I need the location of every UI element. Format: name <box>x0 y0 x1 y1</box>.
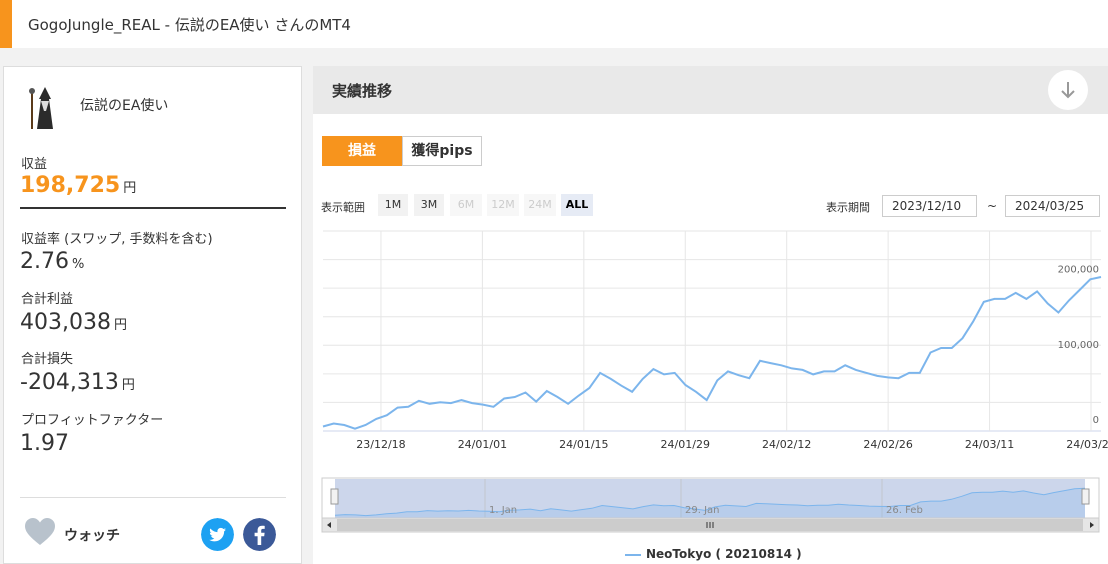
period-from-input[interactable]: 2023/12/10 <box>882 195 977 217</box>
x-tick-label: 24/02/26 <box>863 438 912 451</box>
profile-panel: 伝説のEA使い 収益 198,725 円 収益率 (スワップ, 手数料を含む) 2… <box>3 66 302 564</box>
rate-value: 2.76% <box>20 249 84 274</box>
gross-loss-unit: 円 <box>121 378 135 393</box>
legend-swatch <box>625 553 641 556</box>
profit-label: 収益 <box>21 157 48 172</box>
heart-icon <box>25 518 55 545</box>
twitter-icon[interactable] <box>201 518 234 551</box>
rate-amount: 2.76 <box>20 249 69 274</box>
navigator-right-handle[interactable] <box>1081 488 1090 505</box>
x-tick-label: 23/12/18 <box>356 438 405 451</box>
avatar <box>29 87 53 129</box>
series-line <box>322 276 1102 430</box>
facebook-icon[interactable] <box>243 518 276 551</box>
x-tick-label: 24/03/25 <box>1066 438 1108 451</box>
gross-loss-label: 合計損失 <box>21 352 74 367</box>
navigator-label-jan1: 1. Jan <box>489 505 517 516</box>
range-label: 表示範囲 <box>321 201 365 214</box>
gross-loss-value: -204,313 円 <box>20 370 135 395</box>
navigator-label-feb26: 26. Feb <box>886 505 923 516</box>
range-all-button[interactable]: ALL <box>561 194 593 216</box>
panel-header: 実績推移 <box>313 66 1108 114</box>
profit-underline <box>20 207 286 209</box>
period-label: 表示期間 <box>826 201 870 214</box>
download-button[interactable] <box>1048 70 1088 110</box>
range-1m-button[interactable]: 1M <box>378 194 408 216</box>
profit-unit: 円 <box>123 181 137 196</box>
period-to-input[interactable]: 2024/03/25 <box>1005 195 1100 217</box>
x-tick-label: 24/03/11 <box>965 438 1014 451</box>
gross-profit-unit: 円 <box>113 318 127 333</box>
watch-label: ウォッチ <box>64 528 120 544</box>
legend-series-name: NeoTokyo ( 20210814 ) <box>646 547 802 561</box>
chart-legend[interactable]: NeoTokyo ( 20210814 ) <box>625 547 802 561</box>
gross-profit-label: 合計利益 <box>21 292 74 307</box>
panel-title: 実績推移 <box>332 82 393 100</box>
gross-profit-value: 403,038 円 <box>20 310 127 335</box>
user-name: 伝説のEA使い <box>80 98 169 114</box>
rate-label: 収益率 (スワップ, 手数料を含む) <box>21 232 213 247</box>
range-navigator[interactable]: 1. Jan 29. Jan 26. Feb <box>313 476 1108 536</box>
x-tick-label: 24/02/12 <box>762 438 811 451</box>
navigator-left-handle[interactable] <box>330 488 339 505</box>
navigator-label-jan29: 29. Jan <box>685 505 720 516</box>
profit-amount: 198,725 <box>20 173 121 198</box>
equity-chart: 0 100,000 200,000 23/12/18 24/01/01 24/01/15… <box>322 230 1108 451</box>
range-24m-button[interactable]: 24M <box>524 194 556 216</box>
page-title: GogoJungle_REAL - 伝説のEA使い さんのMT4 <box>28 16 351 34</box>
period-separator: ~ <box>987 199 998 213</box>
rate-unit: % <box>71 257 85 272</box>
pf-value: 1.97 <box>20 431 69 456</box>
x-tick-label: 24/01/15 <box>559 438 608 451</box>
x-axis-labels: 23/12/18 24/01/01 24/01/15 24/01/29 24/02/12… <box>356 438 1108 451</box>
y-gridlines <box>323 230 1101 432</box>
range-6m-button[interactable]: 6M <box>450 194 482 216</box>
range-12m-button[interactable]: 12M <box>487 194 519 216</box>
pf-amount: 1.97 <box>20 431 69 456</box>
divider <box>20 497 286 498</box>
profit-value: 198,725 円 <box>20 173 136 198</box>
x-tick-label: 24/01/29 <box>661 438 710 451</box>
pf-label: プロフィットファクター <box>21 413 164 428</box>
tab-profit[interactable]: 損益 <box>322 136 402 166</box>
y-tick-label: 100,000 <box>1058 340 1099 351</box>
x-tick-label: 24/01/01 <box>458 438 507 451</box>
gross-profit-amount: 403,038 <box>20 310 111 335</box>
tab-pips[interactable]: 獲得pips <box>402 136 482 166</box>
arrow-down-icon <box>1061 82 1075 99</box>
y-tick-label: 200,000 <box>1058 264 1099 275</box>
top-bar: GogoJungle_REAL - 伝説のEA使い さんのMT4 <box>0 0 1108 48</box>
y-tick-label: 0 <box>1093 415 1099 426</box>
range-3m-button[interactable]: 3M <box>414 194 444 216</box>
gross-loss-amount: -204,313 <box>20 370 119 395</box>
x-gridlines <box>380 231 1092 431</box>
